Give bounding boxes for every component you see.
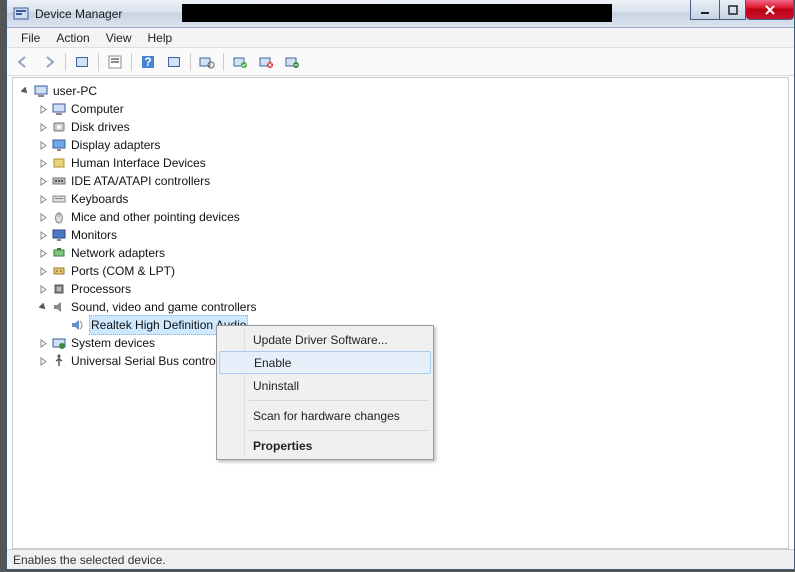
expand-arrow-icon[interactable] (37, 193, 49, 205)
close-button[interactable] (746, 0, 794, 20)
show-hide-console-tree-button[interactable] (70, 51, 94, 73)
status-text: Enables the selected device. (13, 553, 166, 567)
forward-button[interactable] (37, 51, 61, 73)
collapse-arrow-icon[interactable] (37, 301, 49, 313)
action-button[interactable] (162, 51, 186, 73)
maximize-button[interactable] (720, 0, 746, 20)
sound-icon (51, 299, 67, 315)
monitor-icon (51, 227, 67, 243)
tree-category[interactable]: Computer (37, 100, 788, 118)
context-separator (249, 430, 429, 431)
expand-arrow-icon[interactable] (37, 157, 49, 169)
tree-category[interactable]: Keyboards (37, 190, 788, 208)
tree-item-label: System devices (71, 334, 155, 352)
disk-icon (51, 119, 67, 135)
expand-arrow-icon[interactable] (37, 211, 49, 223)
tree-root-label: user-PC (53, 82, 97, 100)
redacted-area (182, 4, 612, 22)
keyboard-icon (51, 191, 67, 207)
tree-category[interactable]: Mice and other pointing devices (37, 208, 788, 226)
display-icon (51, 137, 67, 153)
sound-device-icon (69, 317, 85, 333)
window-title: Device Manager (35, 7, 122, 21)
enable-button[interactable] (228, 51, 252, 73)
tree-item-label: Display adapters (71, 136, 160, 154)
svg-text:?: ? (144, 55, 151, 69)
expand-arrow-icon[interactable] (37, 355, 49, 367)
menu-view[interactable]: View (98, 29, 140, 47)
tree-item-label: Universal Serial Bus controllers (71, 352, 238, 370)
uninstall-button[interactable] (280, 51, 304, 73)
ide-icon (51, 173, 67, 189)
menu-action[interactable]: Action (48, 29, 97, 47)
context-menu: Update Driver Software... Enable Uninsta… (216, 325, 434, 460)
properties-button[interactable] (103, 51, 127, 73)
expand-arrow-icon[interactable] (37, 265, 49, 277)
expand-arrow-icon[interactable] (37, 283, 49, 295)
context-uninstall[interactable]: Uninstall (219, 374, 431, 397)
title-bar: Device Manager (7, 0, 794, 28)
tree-category[interactable]: Network adapters (37, 244, 788, 262)
port-icon (51, 263, 67, 279)
tree-item-label: Human Interface Devices (71, 154, 206, 172)
usb-icon (51, 353, 67, 369)
expand-arrow-icon[interactable] (37, 175, 49, 187)
context-enable[interactable]: Enable (219, 351, 431, 374)
computer-icon (33, 83, 49, 99)
system-icon (51, 335, 67, 351)
tree-item-label: IDE ATA/ATAPI controllers (71, 172, 210, 190)
status-bar: Enables the selected device. (7, 549, 794, 569)
tree-category-sound[interactable]: Sound, video and game controllers (37, 298, 788, 316)
collapse-arrow-icon[interactable] (19, 85, 31, 97)
tree-root[interactable]: user-PC (19, 82, 788, 100)
tree-category[interactable]: Monitors (37, 226, 788, 244)
tree-category[interactable]: IDE ATA/ATAPI controllers (37, 172, 788, 190)
computer-icon (51, 101, 67, 117)
context-separator (249, 400, 429, 401)
tree-item-label: Sound, video and game controllers (71, 298, 256, 316)
menu-file[interactable]: File (13, 29, 48, 47)
tree-item-label: Disk drives (71, 118, 130, 136)
tree-category[interactable]: Display adapters (37, 136, 788, 154)
tree-category[interactable]: Processors (37, 280, 788, 298)
tree-category[interactable]: Disk drives (37, 118, 788, 136)
tree-item-label: Monitors (71, 226, 117, 244)
mouse-icon (51, 209, 67, 225)
expand-arrow-icon[interactable] (37, 337, 49, 349)
back-button[interactable] (11, 51, 35, 73)
expand-arrow-icon[interactable] (37, 247, 49, 259)
context-scan-hardware[interactable]: Scan for hardware changes (219, 404, 431, 427)
expand-arrow-icon[interactable] (37, 121, 49, 133)
minimize-button[interactable] (690, 0, 720, 20)
scan-hardware-button[interactable] (195, 51, 219, 73)
spacer (55, 319, 67, 331)
tree-item-label: Ports (COM & LPT) (71, 262, 175, 280)
disable-button[interactable] (254, 51, 278, 73)
menu-help[interactable]: Help (140, 29, 181, 47)
help-button[interactable]: ? (136, 51, 160, 73)
expand-arrow-icon[interactable] (37, 139, 49, 151)
toolbar: ? (7, 48, 794, 76)
hid-icon (51, 155, 67, 171)
context-update-driver[interactable]: Update Driver Software... (219, 328, 431, 351)
tree-item-label: Network adapters (71, 244, 165, 262)
tree-item-label: Keyboards (71, 190, 128, 208)
tree-item-label: Mice and other pointing devices (71, 208, 240, 226)
context-properties[interactable]: Properties (219, 434, 431, 457)
network-icon (51, 245, 67, 261)
tree-item-label: Processors (71, 280, 131, 298)
expand-arrow-icon[interactable] (37, 103, 49, 115)
cpu-icon (51, 281, 67, 297)
tree-item-label: Computer (71, 100, 124, 118)
menu-bar: File Action View Help (7, 28, 794, 48)
tree-category[interactable]: Ports (COM & LPT) (37, 262, 788, 280)
tree-category[interactable]: Human Interface Devices (37, 154, 788, 172)
device-tree-pane[interactable]: user-PC ComputerDisk drivesDisplay adapt… (12, 77, 789, 549)
app-icon (13, 6, 29, 22)
expand-arrow-icon[interactable] (37, 229, 49, 241)
